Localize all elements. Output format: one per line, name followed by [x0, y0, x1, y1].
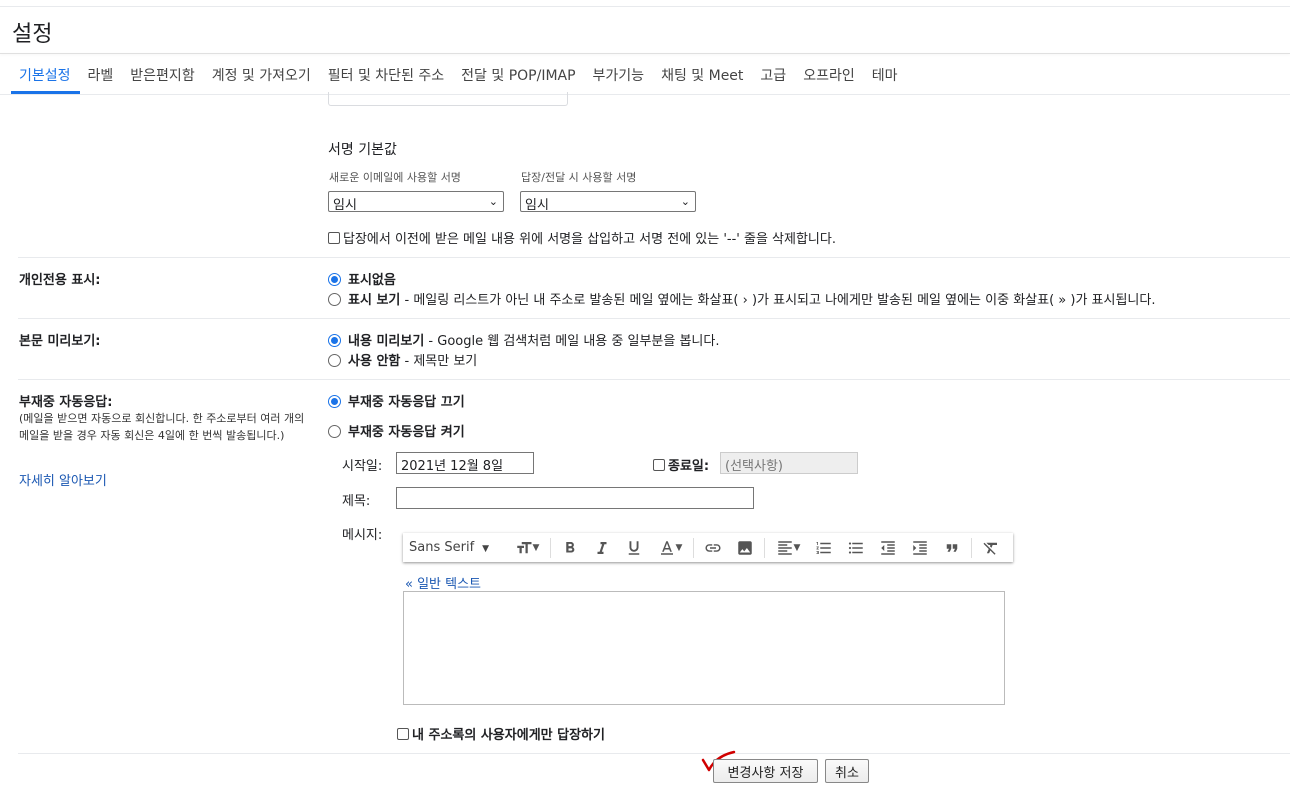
vacation-off-option[interactable]: 부재중 자동응답 끄기 [328, 391, 465, 410]
vacation-label: 부재중 자동응답: [19, 395, 113, 410]
tab-forwarding[interactable]: 전달 및 POP/IMAP [453, 56, 584, 94]
chevron-down-icon: ⌄ [488, 195, 498, 208]
message-body-editor[interactable] [403, 591, 1005, 705]
show-indicators-option[interactable]: 표시 보기 - 메일링 리스트가 아닌 내 주소로 발송된 메일 옆에는 화살표… [328, 289, 1155, 308]
tab-chat-meet[interactable]: 채팅 및 Meet [653, 56, 752, 94]
vacation-on-radio[interactable] [328, 425, 341, 438]
reply-signature-select[interactable]: 임시 ⌄ [520, 191, 696, 213]
bulleted-list-icon [848, 541, 863, 554]
underline-icon [628, 540, 640, 555]
tab-inbox[interactable]: 받은편지함 [122, 56, 203, 94]
tab-accounts[interactable]: 계정 및 가져오기 [204, 56, 320, 94]
learn-more-link[interactable]: 자세히 알아보기 [19, 470, 107, 489]
vacation-on-option[interactable]: 부재중 자동응답 켜기 [328, 421, 465, 440]
row-divider [18, 753, 1290, 754]
insert-signature-checkbox[interactable] [328, 232, 340, 244]
quote-icon [946, 543, 958, 552]
signature-editor-fragment[interactable] [328, 92, 568, 106]
cancel-button[interactable]: 취소 [825, 759, 869, 783]
top-border [0, 6, 1290, 7]
message-label: 메시지: [342, 528, 383, 543]
vacation-description: (메일을 받으면 자동으로 회신합니다. 한 주소로부터 여러 개의 메일을 받… [19, 412, 305, 442]
formatting-toolbar: Sans Serif ▼ ▼ ▼ ▼ [403, 533, 1013, 562]
row-divider [18, 257, 1290, 258]
bold-icon [566, 541, 575, 552]
font-size-button[interactable]: ▼ [507, 537, 547, 559]
font-select[interactable]: Sans Serif ▼ [409, 540, 507, 555]
end-date-option[interactable]: 종료일: [653, 455, 709, 474]
text-color-button[interactable]: ▼ [650, 537, 690, 559]
numbered-list-button[interactable] [808, 537, 840, 559]
subject-input[interactable] [396, 487, 754, 509]
bold-button[interactable] [554, 537, 586, 559]
image-icon [738, 540, 752, 555]
end-date-input[interactable]: (선택사항) [720, 452, 858, 474]
row-divider [18, 379, 1290, 380]
new-email-signature-select[interactable]: 임시 ⌄ [328, 191, 504, 213]
tab-offline[interactable]: 오프라인 [795, 56, 864, 94]
page-title: 설정 [12, 22, 53, 47]
end-date-checkbox[interactable] [653, 459, 665, 471]
text-color-icon [660, 540, 673, 555]
text-size-icon [516, 541, 532, 553]
insert-signature-option[interactable]: 답장에서 이전에 받은 메일 내용 위에 서명을 삽입하고 서명 전에 있는 '… [328, 228, 836, 247]
align-button[interactable]: ▼ [768, 537, 808, 559]
subject-label: 제목: [342, 494, 371, 509]
tab-addons[interactable]: 부가기능 [585, 56, 654, 94]
reply-signature-label: 답장/전달 시 사용할 서명 [521, 171, 637, 184]
show-indicators-radio[interactable] [328, 293, 341, 306]
insert-image-button[interactable] [729, 537, 761, 559]
contacts-only-option[interactable]: 내 주소록의 사용자에게만 답장하기 [397, 724, 605, 743]
start-date-input[interactable]: 2021년 12월 8일 [396, 452, 534, 474]
indent-less-button[interactable] [872, 537, 904, 559]
no-snippets-option[interactable]: 사용 안함 - 제목만 보기 [328, 350, 477, 369]
link-icon [705, 543, 721, 552]
tab-themes[interactable]: 테마 [864, 56, 907, 94]
tab-advanced[interactable]: 고급 [752, 56, 795, 94]
show-snippets-option[interactable]: 내용 미리보기 - Google 웹 검색처럼 메일 내용 중 일부분을 봅니다… [328, 330, 719, 349]
quote-button[interactable] [936, 537, 968, 559]
chevron-down-icon: ⌄ [680, 195, 690, 208]
clear-formatting-icon [983, 542, 997, 555]
indent-more-button[interactable] [904, 537, 936, 559]
tab-labels[interactable]: 라벨 [80, 56, 123, 94]
no-indicators-option[interactable]: 표시없음 [328, 269, 396, 288]
align-left-icon [777, 540, 792, 555]
tab-general[interactable]: 기본설정 [11, 56, 80, 94]
plain-text-link[interactable]: « 일반 텍스트 [405, 573, 481, 592]
caret-down-icon: ▼ [482, 544, 490, 554]
tabs-divider [0, 94, 1290, 95]
tab-filters[interactable]: 필터 및 차단된 주소 [320, 56, 453, 94]
italic-button[interactable] [586, 537, 618, 559]
row-divider [18, 318, 1290, 319]
show-snippets-radio[interactable] [328, 334, 341, 347]
underline-button[interactable] [618, 537, 650, 559]
settings-tabs: 기본설정 라벨 받은편지함 계정 및 가져오기 필터 및 차단된 주소 전달 및… [11, 56, 906, 94]
title-divider [0, 53, 1290, 54]
contacts-only-checkbox[interactable] [397, 728, 409, 740]
start-date-label: 시작일: [342, 459, 383, 474]
indent-increase-icon [913, 540, 927, 555]
signature-defaults-title: 서명 기본값 [328, 142, 397, 158]
new-email-signature-label: 새로운 이메일에 사용할 서명 [329, 171, 461, 184]
preview-label: 본문 미리보기: [19, 334, 101, 349]
save-changes-button[interactable]: 변경사항 저장 [713, 759, 818, 783]
italic-icon [597, 541, 607, 554]
numbered-list-icon [816, 541, 831, 554]
no-snippets-radio[interactable] [328, 354, 341, 367]
remove-formatting-button[interactable] [975, 537, 1007, 559]
vacation-off-radio[interactable] [328, 395, 341, 408]
bulleted-list-button[interactable] [840, 537, 872, 559]
indent-decrease-icon [881, 540, 895, 555]
no-indicators-radio[interactable] [328, 273, 341, 286]
insert-link-button[interactable] [697, 537, 729, 559]
personal-indicator-label: 개인전용 표시: [19, 273, 101, 288]
